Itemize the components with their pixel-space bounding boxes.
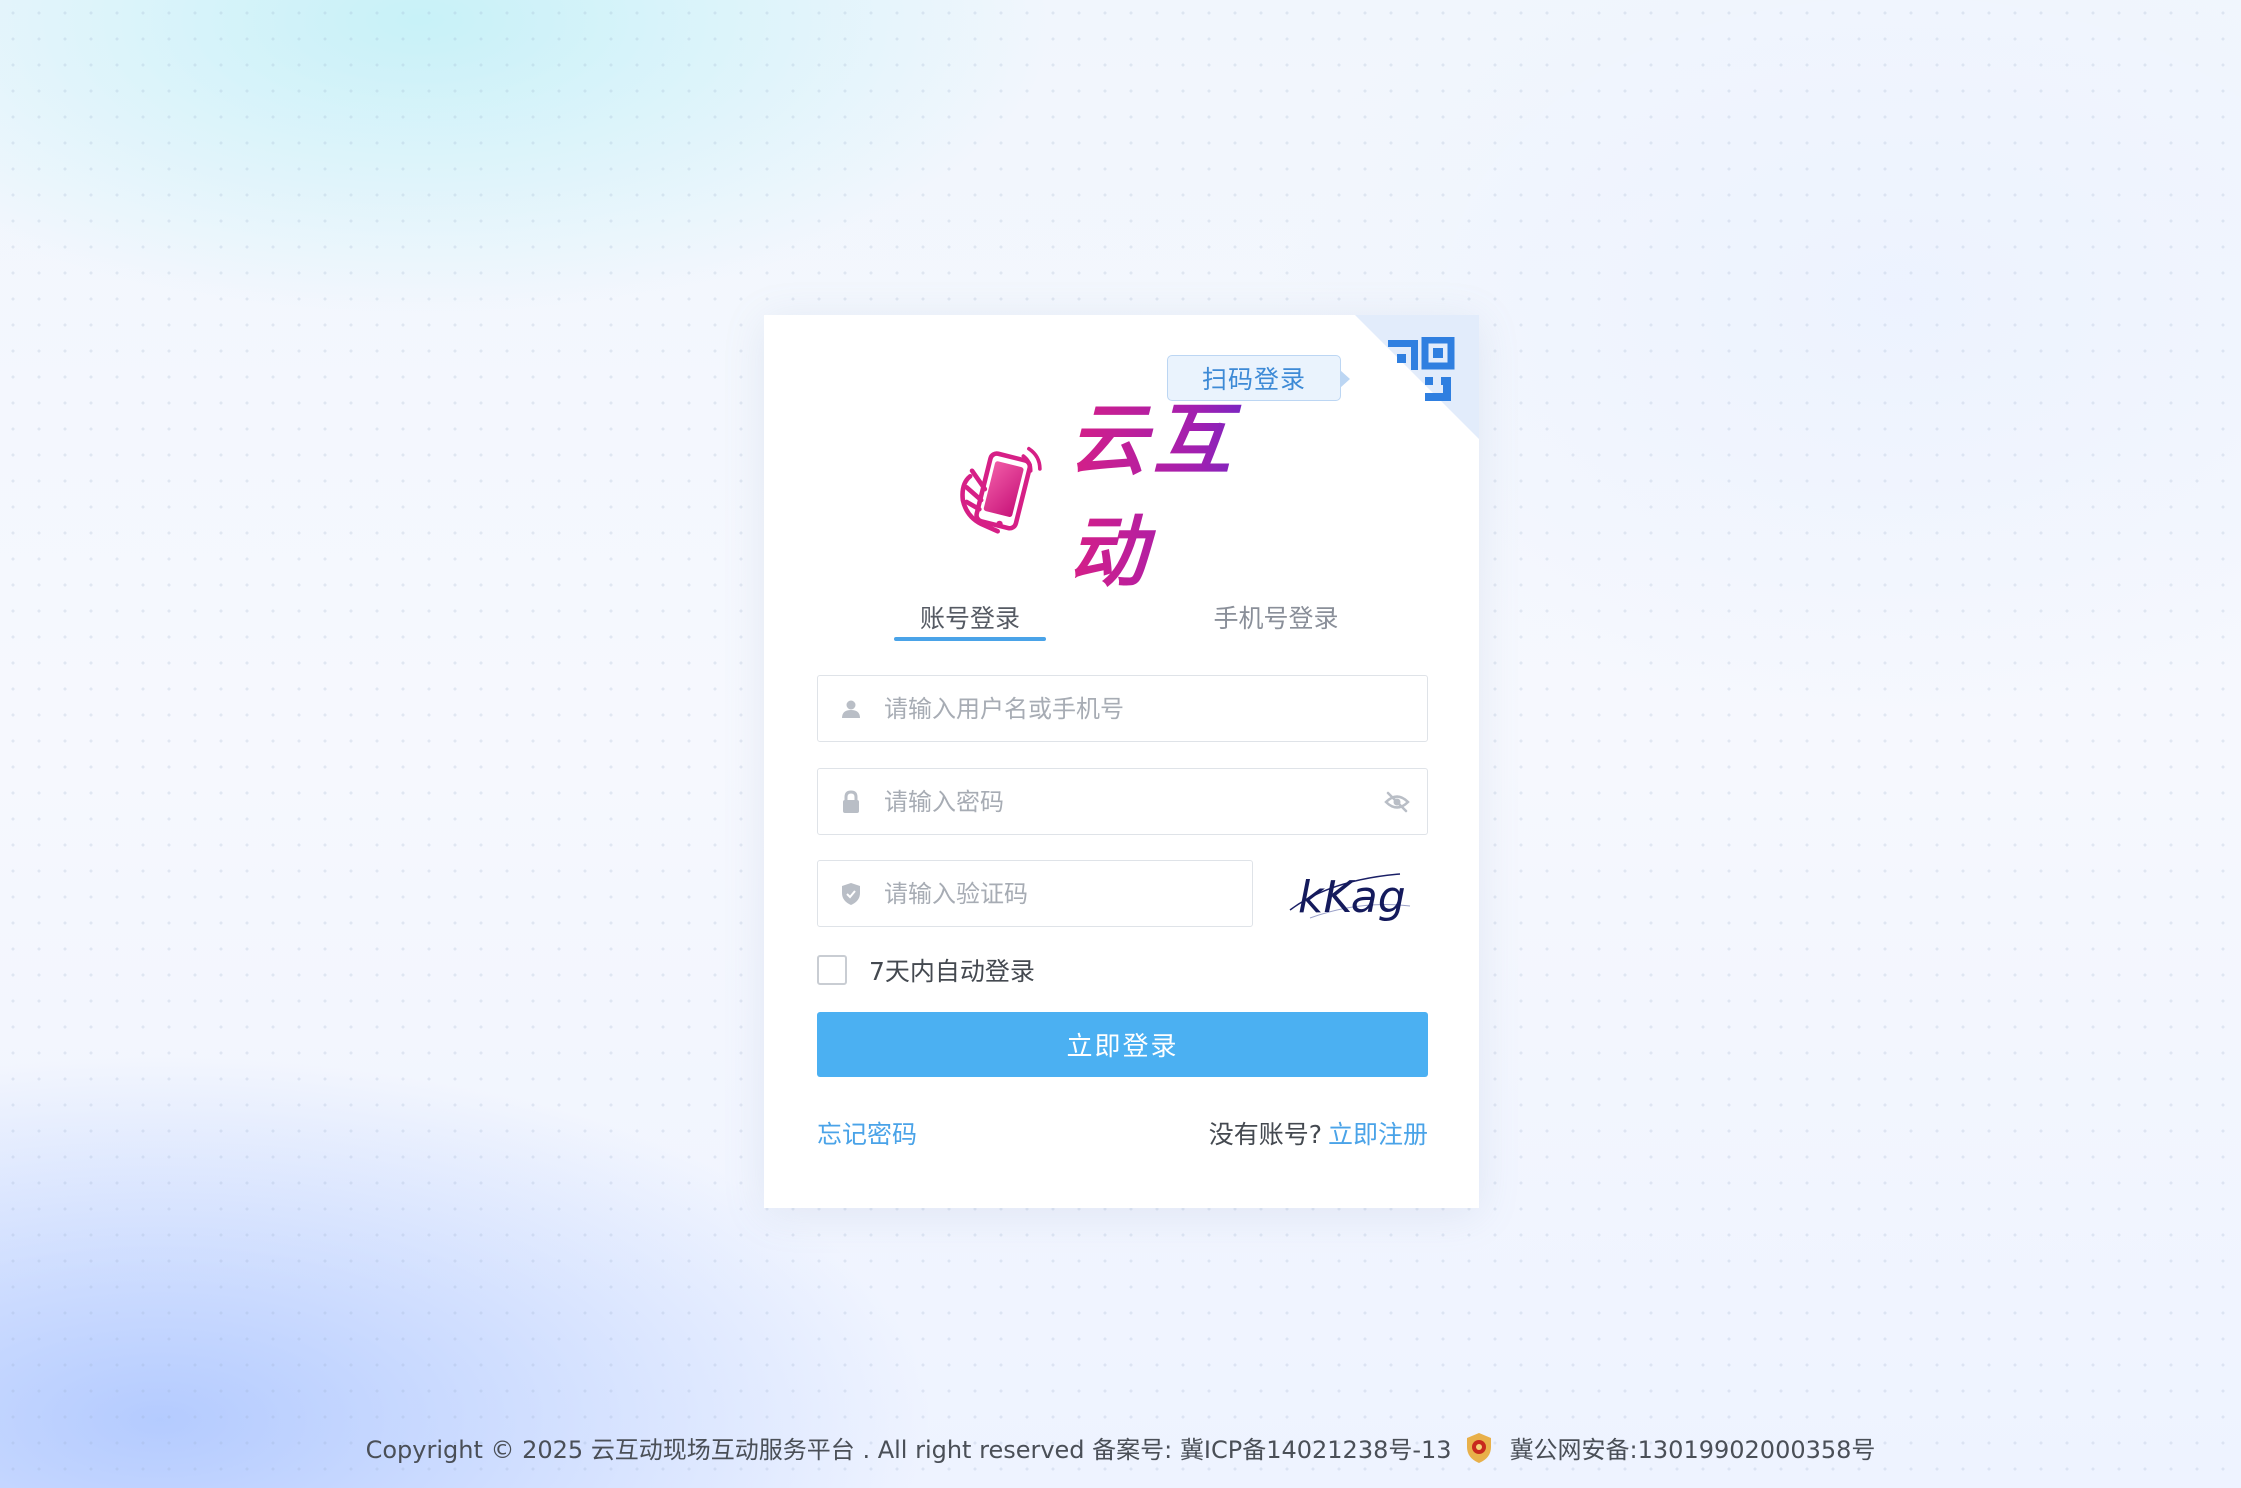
- remember-me[interactable]: 7天内自动登录: [817, 952, 1035, 988]
- remember-label: 7天内自动登录: [869, 957, 1035, 986]
- lock-icon: [818, 769, 884, 834]
- brand-logo: 云互动: [950, 396, 1300, 598]
- copyright-text: Copyright © 2025 云互动现场互动服务平台 . All right…: [365, 1436, 1452, 1464]
- police-badge-icon: [1464, 1432, 1494, 1464]
- police-record-text[interactable]: 冀公网安备:13019902000358号: [1510, 1430, 1876, 1465]
- tab-phone-login[interactable]: 手机号登录: [1200, 575, 1352, 641]
- tab-account-login-label: 账号登录: [919, 604, 1020, 633]
- qr-login-toggle[interactable]: [1355, 315, 1479, 439]
- captcha-input[interactable]: [884, 879, 1252, 908]
- register-prompt: 没有账号? 立即注册: [1209, 1115, 1428, 1151]
- tab-account-login[interactable]: 账号登录: [894, 575, 1046, 641]
- qr-code-icon: [1388, 337, 1455, 401]
- login-button[interactable]: 立即登录: [817, 1012, 1428, 1077]
- page-footer: Copyright © 2025 云互动现场互动服务平台 . All right…: [0, 1430, 2241, 1465]
- password-input[interactable]: [884, 787, 1367, 816]
- login-tabs: 账号登录 手机号登录: [817, 575, 1427, 645]
- username-field: [817, 675, 1428, 742]
- login-card: 扫码登录: [764, 315, 1479, 1208]
- phone-hand-icon: [960, 446, 1042, 534]
- password-field: [817, 768, 1428, 835]
- bottom-links: 忘记密码 没有账号? 立即注册: [817, 1115, 1428, 1151]
- remember-checkbox[interactable]: [817, 955, 847, 985]
- no-account-text: 没有账号?: [1208, 1120, 1322, 1149]
- username-input[interactable]: [884, 694, 1427, 723]
- shield-icon: [818, 861, 884, 926]
- tab-phone-login-label: 手机号登录: [1213, 604, 1339, 633]
- active-tab-indicator: [894, 637, 1046, 641]
- captcha-image[interactable]: kKag: [1270, 860, 1428, 927]
- captcha-field: [817, 860, 1253, 927]
- brand-name: 云互动: [1069, 378, 1300, 602]
- captcha-text: kKag: [1298, 872, 1406, 923]
- user-icon: [818, 676, 884, 741]
- register-link[interactable]: 立即注册: [1328, 1120, 1428, 1149]
- forgot-password-link[interactable]: 忘记密码: [817, 1115, 917, 1151]
- eye-off-icon[interactable]: [1367, 769, 1427, 834]
